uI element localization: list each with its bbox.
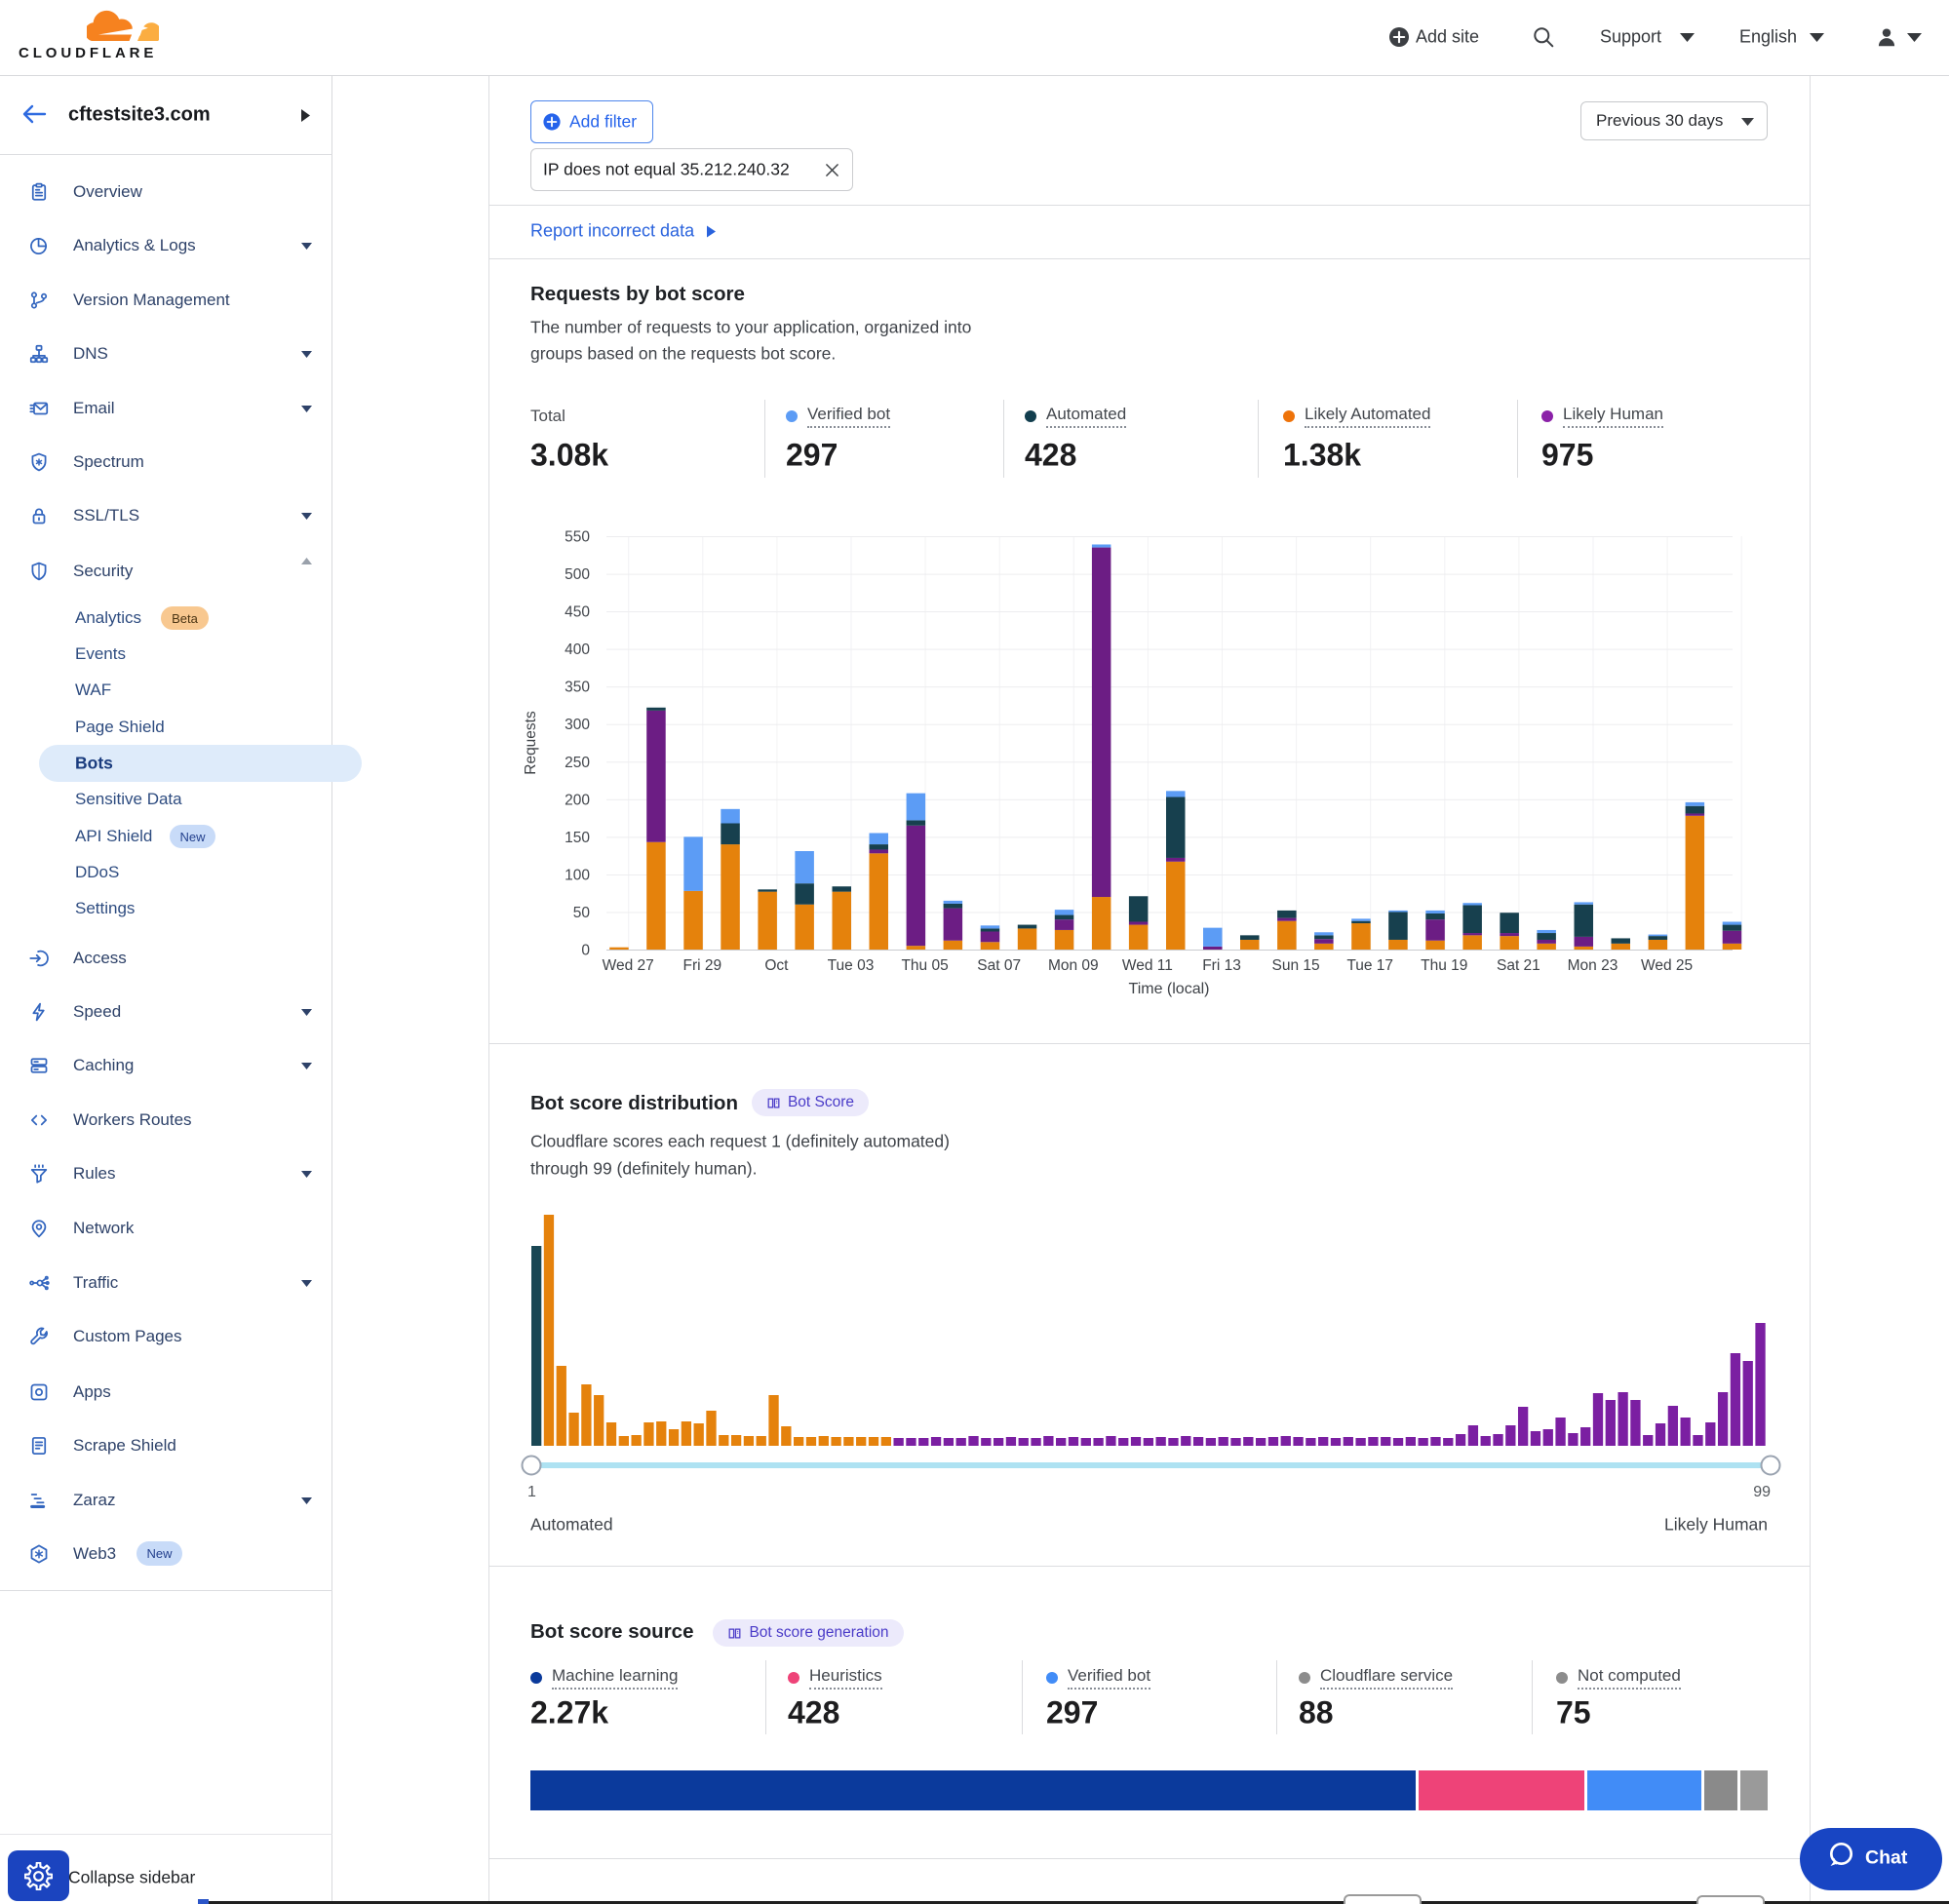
svg-text:450: 450 (565, 604, 590, 621)
svg-text:Tue 03: Tue 03 (828, 957, 875, 974)
svg-text:50: 50 (573, 905, 591, 921)
svg-text:Mon 23: Mon 23 (1568, 957, 1618, 974)
svg-text:Wed 11: Wed 11 (1122, 957, 1173, 974)
svg-text:Time (local): Time (local) (1129, 981, 1210, 997)
svg-text:Requests: Requests (523, 711, 539, 775)
svg-text:550: 550 (565, 529, 590, 546)
svg-text:Sat 21: Sat 21 (1497, 957, 1540, 974)
svg-text:Oct: Oct (764, 957, 789, 974)
svg-text:Wed 27: Wed 27 (603, 957, 654, 974)
svg-text:Mon 09: Mon 09 (1048, 957, 1099, 974)
svg-text:Fri 13: Fri 13 (1202, 957, 1241, 974)
svg-text:500: 500 (565, 566, 590, 583)
svg-text:300: 300 (565, 717, 590, 733)
svg-text:Sun 15: Sun 15 (1272, 957, 1320, 974)
svg-text:200: 200 (565, 792, 590, 808)
svg-text:250: 250 (565, 755, 590, 771)
svg-text:0: 0 (581, 943, 590, 959)
svg-text:350: 350 (565, 680, 590, 696)
svg-text:150: 150 (565, 830, 590, 846)
svg-text:Wed 25: Wed 25 (1641, 957, 1693, 974)
svg-text:Thu 05: Thu 05 (901, 957, 948, 974)
svg-text:Sat 07: Sat 07 (977, 957, 1021, 974)
svg-text:Fri 29: Fri 29 (682, 957, 721, 974)
svg-text:400: 400 (565, 641, 590, 658)
svg-text:100: 100 (565, 867, 590, 883)
svg-text:Thu 19: Thu 19 (1421, 957, 1467, 974)
svg-text:Tue 17: Tue 17 (1346, 957, 1393, 974)
